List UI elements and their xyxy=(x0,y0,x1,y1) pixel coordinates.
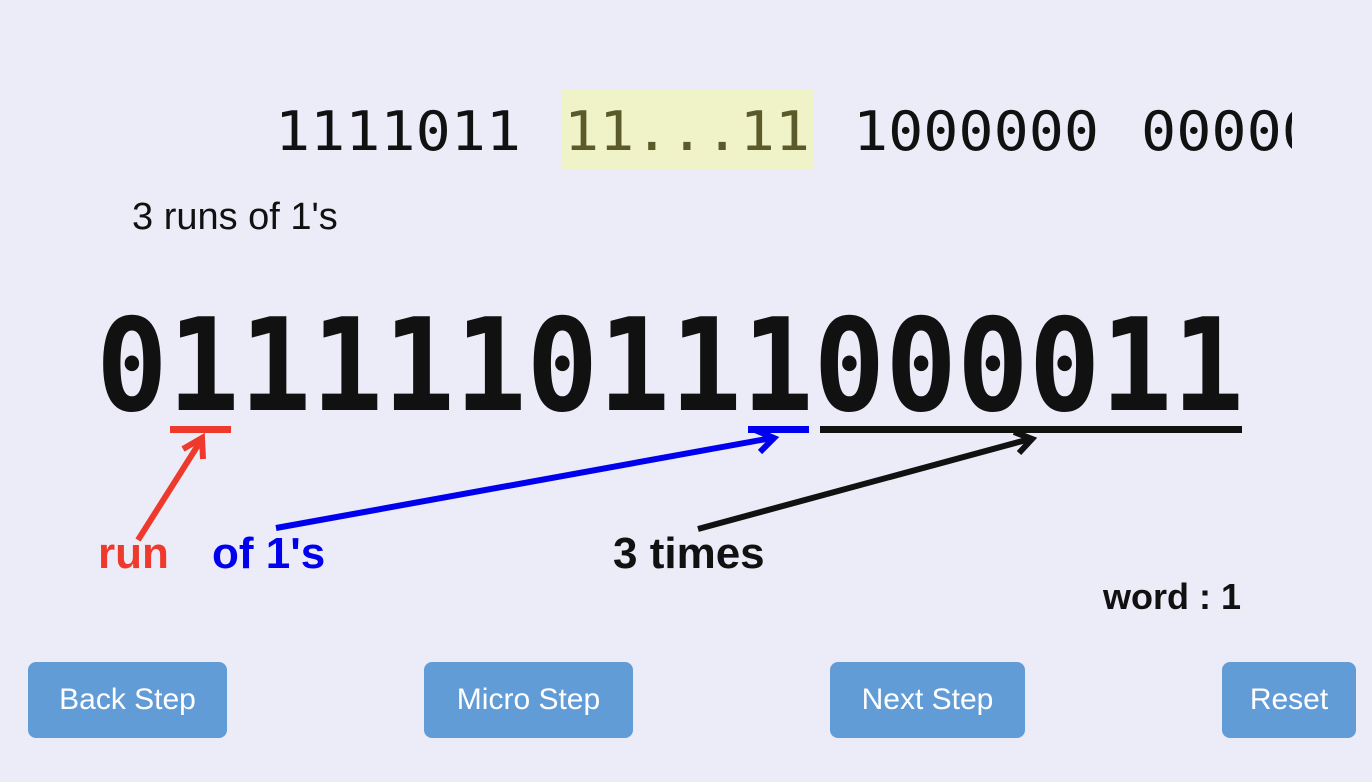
runs-label: 3 runs of 1's xyxy=(132,196,338,238)
run-underline xyxy=(170,426,231,433)
word-counter: word : 1 xyxy=(1102,576,1241,617)
times-label: 3 times xyxy=(613,529,765,578)
times-arrow xyxy=(697,429,1038,532)
zeros-ones-underline xyxy=(820,426,1242,433)
next-step-button[interactable]: Next Step xyxy=(830,662,1025,738)
top-segment-3: 1000000 xyxy=(853,100,1099,163)
run-arrow xyxy=(135,432,206,542)
micro-step-button[interactable]: Micro Step xyxy=(424,662,633,738)
of-ones-label: of 1's xyxy=(212,529,325,578)
top-segment-2-highlighted: 11...11 xyxy=(564,100,810,163)
reset-button[interactable]: Reset xyxy=(1222,662,1356,738)
run-label: run xyxy=(98,529,169,578)
back-step-button[interactable]: Back Step xyxy=(28,662,227,738)
top-sequence: 1111011 11...11 1000000 00000 xyxy=(275,90,1317,170)
top-segment-1: 1111011 xyxy=(275,100,521,163)
bit-string: 0111110111000011 xyxy=(96,292,1244,441)
ones-arrow xyxy=(275,427,780,531)
top-segment-4: 00000 xyxy=(1141,100,1317,163)
